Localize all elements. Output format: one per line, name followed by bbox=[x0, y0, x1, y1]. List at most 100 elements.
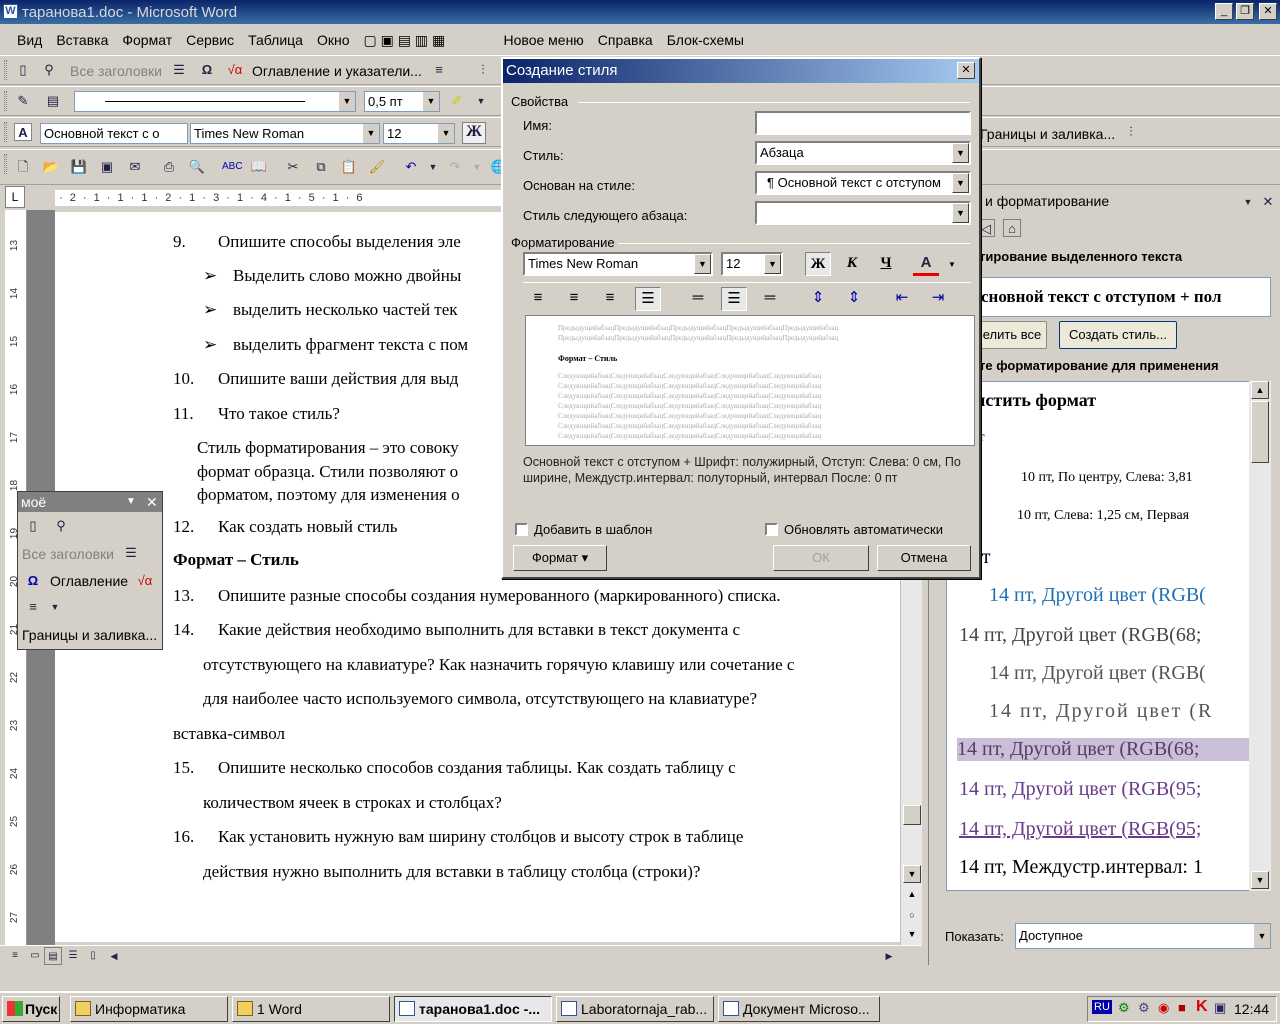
dialog-font-select[interactable]: Times New Roman ▼ bbox=[523, 252, 713, 276]
styles-pane-icon[interactable]: A bbox=[14, 123, 32, 141]
chevron-down-icon[interactable]: ▼ bbox=[46, 598, 64, 616]
binoculars-icon[interactable]: ⚲ bbox=[40, 61, 58, 79]
highlighter-icon[interactable]: ✐ bbox=[448, 92, 466, 110]
ruler-icon[interactable]: ⫶ bbox=[1122, 123, 1140, 141]
style-type-select[interactable]: Абзаца ▼ bbox=[755, 141, 971, 165]
start-button[interactable]: Пуск bbox=[2, 996, 60, 1022]
font-size-combo[interactable]: 12 ▼ bbox=[383, 123, 455, 144]
scroll-up-button[interactable]: ▲ bbox=[1251, 381, 1269, 399]
scroll-left-icon[interactable]: ◀ bbox=[105, 947, 123, 965]
menu-icons[interactable]: ▢ ▣ ▤ ▥ ▦ bbox=[357, 32, 497, 49]
style-list-item[interactable]: 14 пт, Другой цвет (RGB(68; bbox=[959, 624, 1201, 647]
document-line[interactable]: для наиболее часто используемого символа… bbox=[203, 689, 757, 709]
style-list-item[interactable]: 14 пт, Другой цвет (RGB(95; bbox=[959, 778, 1201, 801]
chevron-down-icon[interactable]: ▼ bbox=[764, 254, 781, 274]
scroll-thumb[interactable] bbox=[1251, 401, 1269, 463]
toc-button[interactable]: Оглавление и указатели... bbox=[252, 63, 422, 79]
ruler-icon[interactable]: ⫶ bbox=[474, 61, 492, 79]
bold-button[interactable]: Ж bbox=[462, 122, 486, 144]
font-color-button[interactable]: A bbox=[913, 252, 939, 276]
line-weight-combo[interactable]: 0,5 пт ▼ bbox=[364, 91, 440, 112]
document-line[interactable]: действия нужно выполнить для вставки в т… bbox=[203, 862, 700, 882]
one-half-spacing-icon[interactable]: ☰ bbox=[721, 287, 747, 311]
toolbar-grip[interactable] bbox=[4, 60, 7, 80]
single-spacing-icon[interactable]: ═ bbox=[685, 287, 711, 311]
omega-icon[interactable]: Ω bbox=[24, 572, 42, 590]
toolbar-grip[interactable] bbox=[4, 154, 7, 174]
antivirus-icon[interactable]: ⚙ bbox=[1138, 1000, 1150, 1016]
toolbar-grip[interactable] bbox=[4, 91, 7, 111]
scroll-down-button[interactable]: ▼ bbox=[1251, 871, 1269, 889]
chevron-down-icon[interactable]: ▼ bbox=[468, 158, 486, 176]
menu-insert[interactable]: Вставка bbox=[49, 32, 115, 48]
document-line[interactable]: Какие действия необходимо выполнить для … bbox=[218, 620, 740, 640]
line-spacing-icon[interactable]: ≡ bbox=[430, 61, 448, 79]
style-list-item[interactable]: 10 пт, Слева: 1,25 см, Первая bbox=[1017, 508, 1189, 524]
document-line[interactable]: количеством ячеек в строках и столбцах? bbox=[203, 793, 502, 813]
redo-icon[interactable]: ↷ bbox=[446, 158, 464, 176]
dialog-size-select[interactable]: 12 ▼ bbox=[721, 252, 783, 276]
borders-shading-button[interactable]: Границы и заливка... bbox=[22, 627, 157, 643]
task-document-microsoft[interactable]: Документ Microso... bbox=[718, 996, 880, 1022]
double-spacing-icon[interactable]: ═ bbox=[757, 287, 783, 311]
omega-icon[interactable]: Ω bbox=[198, 61, 216, 79]
task-informatika[interactable]: Информатика bbox=[70, 996, 228, 1022]
home-icon[interactable]: ⌂ bbox=[1003, 219, 1021, 237]
style-list-item[interactable]: 14 пт, Другой цвет (RGB(68; bbox=[957, 738, 1256, 761]
increase-indent-icon[interactable]: ⇥ bbox=[925, 287, 951, 311]
dialog-close-button[interactable]: ✕ bbox=[957, 62, 975, 79]
copy-icon[interactable]: ⧉ bbox=[312, 158, 330, 176]
maximize-button[interactable]: ❐ bbox=[1236, 3, 1254, 20]
space-after-icon[interactable]: ⇕ bbox=[841, 287, 867, 311]
document-line[interactable]: Что такое стиль? bbox=[218, 404, 340, 424]
menu-view[interactable]: Вид bbox=[10, 32, 49, 48]
all-headings-combo[interactable]: Все заголовки bbox=[70, 63, 162, 79]
network-icon[interactable]: ⚙ bbox=[1118, 1000, 1130, 1016]
dialog-bold-button[interactable]: Ж bbox=[805, 252, 831, 276]
prev-page-icon[interactable]: ▲ bbox=[903, 886, 921, 904]
save-icon[interactable]: 💾 bbox=[70, 158, 88, 176]
style-list-item[interactable]: 14 пт, Другой цвет (R bbox=[989, 700, 1213, 723]
permission-icon[interactable]: ▣ bbox=[98, 158, 116, 176]
document-map-icon[interactable]: ▯ bbox=[24, 517, 42, 535]
chevron-down-icon[interactable]: ▼ bbox=[1254, 924, 1270, 948]
monitor-icon[interactable]: ▣ bbox=[1214, 1000, 1226, 1016]
select-all-button[interactable]: елить все bbox=[977, 321, 1047, 349]
spelling-icon[interactable]: ABC bbox=[222, 158, 243, 176]
scroll-thumb[interactable] bbox=[903, 805, 921, 825]
chevron-down-icon[interactable]: ▼ bbox=[126, 492, 136, 512]
show-combo[interactable]: Доступное ▼ bbox=[1015, 923, 1271, 949]
selected-style-preview[interactable]: сновной текст с отступом + пол bbox=[977, 277, 1271, 317]
chevron-down-icon[interactable]: ▼ bbox=[472, 92, 490, 110]
document-line[interactable]: Опишите ваши действия для выд bbox=[218, 369, 458, 389]
line-spacing-icon[interactable]: ≡ bbox=[24, 598, 42, 616]
print-view-icon[interactable]: ▤ bbox=[44, 947, 62, 965]
style-list-item[interactable]: 14 пт, Другой цвет (RGB(95; bbox=[959, 818, 1201, 841]
formula-icon[interactable]: √α bbox=[226, 61, 244, 79]
style-combo[interactable]: Основной текст с о bbox=[40, 123, 188, 144]
paste-icon[interactable]: 📋 bbox=[340, 158, 358, 176]
document-line[interactable]: выделить фрагмент текста с пом bbox=[233, 335, 468, 355]
chevron-down-icon[interactable]: ▼ bbox=[339, 92, 355, 111]
pencil-icon[interactable]: ✎ bbox=[14, 92, 32, 110]
chevron-down-icon[interactable]: ▼ bbox=[424, 158, 442, 176]
style-list-item[interactable]: 14 пт, Другой цвет (RGB( bbox=[989, 584, 1206, 607]
style-list-item[interactable]: истить формат bbox=[975, 390, 1096, 411]
headings-icon[interactable]: ☰ bbox=[170, 61, 188, 79]
document-line[interactable]: Опишите несколько способов создания табл… bbox=[218, 758, 736, 778]
scroll-right-icon[interactable]: ▶ bbox=[880, 947, 898, 965]
task-1-word[interactable]: 1 Word bbox=[232, 996, 390, 1022]
format-dropdown-button[interactable]: Формат ▾ bbox=[513, 545, 607, 571]
styles-list[interactable]: истить форматпт10 пт, По центру, Слева: … bbox=[946, 381, 1257, 891]
chevron-down-icon[interactable]: ▼ bbox=[939, 254, 965, 278]
close-button[interactable]: ✕ bbox=[1259, 3, 1277, 20]
add-to-template-checkbox[interactable] bbox=[515, 523, 528, 536]
menu-flowcharts[interactable]: Блок-схемы bbox=[660, 32, 751, 48]
chevron-down-icon[interactable]: ▼ bbox=[694, 254, 711, 274]
research-icon[interactable]: 📖 bbox=[250, 158, 268, 176]
close-icon[interactable]: ✕ bbox=[146, 492, 158, 512]
menu-new[interactable]: Новое меню bbox=[497, 32, 591, 48]
dialog-title-bar[interactable]: Создание стиля ✕ bbox=[503, 59, 979, 83]
styles-list-scrollbar[interactable]: ▲ ▼ bbox=[1249, 381, 1271, 891]
formula-icon[interactable]: √α bbox=[136, 572, 154, 590]
